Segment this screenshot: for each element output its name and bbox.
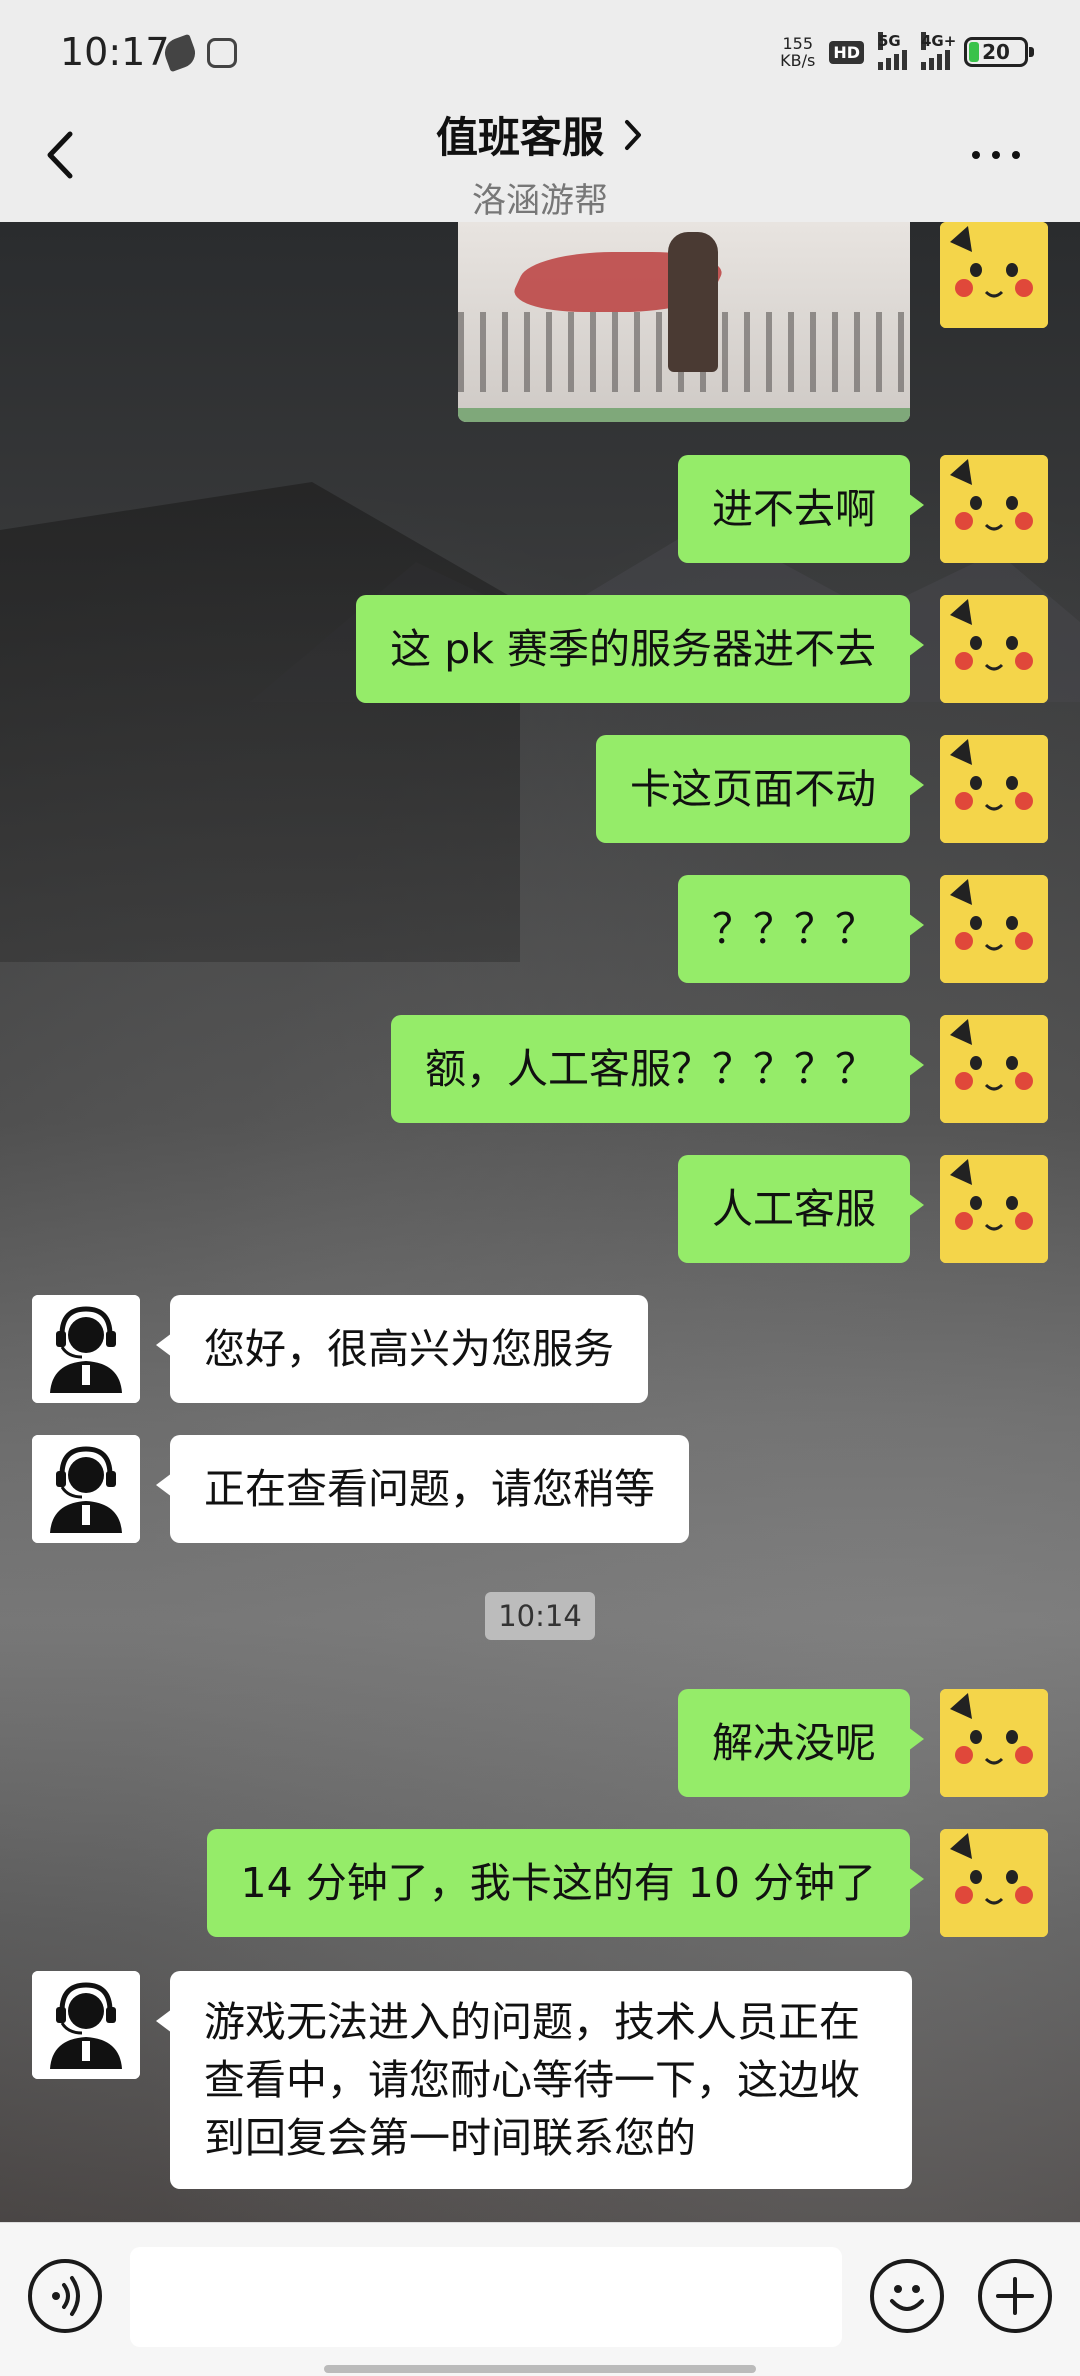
notification-tile-icon — [207, 38, 237, 68]
image-message[interactable] — [458, 222, 910, 422]
emoji-button[interactable] — [870, 2259, 944, 2333]
battery-icon: 20 — [964, 37, 1034, 67]
chat-header: 值班客服 洛涵游帮 — [0, 100, 1080, 222]
agent-avatar[interactable] — [32, 1295, 140, 1403]
more-options-button[interactable] — [972, 140, 1032, 170]
voice-input-button[interactable] — [28, 2259, 102, 2333]
message-timestamp: 10:14 — [485, 1592, 595, 1640]
network-speed: 155 KB/s — [780, 34, 816, 70]
notification-app-icon — [160, 33, 200, 73]
my-avatar[interactable] — [940, 1689, 1048, 1797]
pikachu-avatar-icon — [940, 1155, 1048, 1263]
my-avatar[interactable] — [940, 1829, 1048, 1937]
pikachu-avatar-icon — [940, 1015, 1048, 1123]
my-avatar[interactable] — [940, 222, 1048, 328]
message-bubble-received[interactable]: 您好，很高兴为您服务 — [156, 1295, 648, 1403]
message-input-bar — [0, 2222, 1080, 2376]
message-bubble-received[interactable]: 游戏无法进入的问题，技术人员正在查看中，请您耐心等待一下，这边收到回复会第一时间… — [156, 1971, 912, 2189]
my-avatar[interactable] — [940, 875, 1048, 983]
message-bubble-sent[interactable]: 人工客服 — [678, 1155, 924, 1263]
pikachu-avatar-icon — [940, 595, 1048, 703]
chat-title[interactable]: 值班客服 — [436, 104, 644, 165]
message-bubble-received[interactable]: 正在查看问题，请您稍等 — [156, 1435, 689, 1543]
message-bubble-sent[interactable]: 额，人工客服？？？？？ — [391, 1015, 924, 1123]
message-bubble-sent[interactable]: ？？？？ — [678, 875, 924, 983]
agent-avatar[interactable] — [32, 1435, 140, 1543]
status-time: 10:17 — [60, 30, 170, 74]
message-bubble-sent[interactable]: 进不去啊 — [678, 455, 924, 563]
more-dots-icon — [972, 151, 980, 159]
pikachu-avatar-icon — [940, 1829, 1048, 1937]
pikachu-avatar-icon — [940, 1689, 1048, 1797]
more-functions-button[interactable] — [978, 2259, 1052, 2333]
pikachu-avatar-icon — [940, 875, 1048, 983]
agent-avatar[interactable] — [32, 1971, 140, 2079]
voice-icon — [52, 2276, 80, 2316]
home-indicator[interactable] — [324, 2365, 756, 2373]
message-bubble-sent[interactable]: 解决没呢 — [678, 1689, 924, 1797]
my-avatar[interactable] — [940, 595, 1048, 703]
support-agent-icon — [32, 1971, 140, 2079]
chat-subtitle: 洛涵游帮 — [472, 181, 608, 221]
signal-4g-icon: 4G+ — [921, 32, 956, 70]
message-bubble-sent[interactable]: 14 分钟了，我卡这的有 10 分钟了 — [206, 1829, 925, 1937]
plus-icon — [996, 2277, 1034, 2315]
chevron-right-icon — [625, 119, 641, 150]
my-avatar[interactable] — [940, 1015, 1048, 1123]
hd-voice-icon: HD — [829, 40, 864, 64]
my-avatar[interactable] — [940, 1155, 1048, 1263]
message-bubble-sent[interactable]: 这 pk 赛季的服务器进不去 — [356, 595, 924, 703]
message-text-input[interactable] — [130, 2247, 842, 2347]
my-avatar[interactable] — [940, 735, 1048, 843]
wallpaper-building — [0, 482, 520, 962]
pikachu-avatar-icon — [940, 222, 1048, 328]
emoji-icon — [890, 2285, 924, 2311]
my-avatar[interactable] — [940, 455, 1048, 563]
signal-5g-icon: 5G — [878, 32, 907, 70]
support-agent-icon — [32, 1435, 140, 1543]
pikachu-avatar-icon — [940, 735, 1048, 843]
status-bar: 10:17 155 KB/s HD 5G 4G+ 20 — [0, 0, 1080, 100]
chat-message-list[interactable]: 进不去啊 这 pk 赛季的服务器进不去 卡这页面不动 ？？？？ 额，人工客服？？… — [0, 222, 1080, 2222]
support-agent-icon — [32, 1295, 140, 1403]
pikachu-avatar-icon — [940, 455, 1048, 563]
message-bubble-sent[interactable]: 卡这页面不动 — [596, 735, 924, 843]
